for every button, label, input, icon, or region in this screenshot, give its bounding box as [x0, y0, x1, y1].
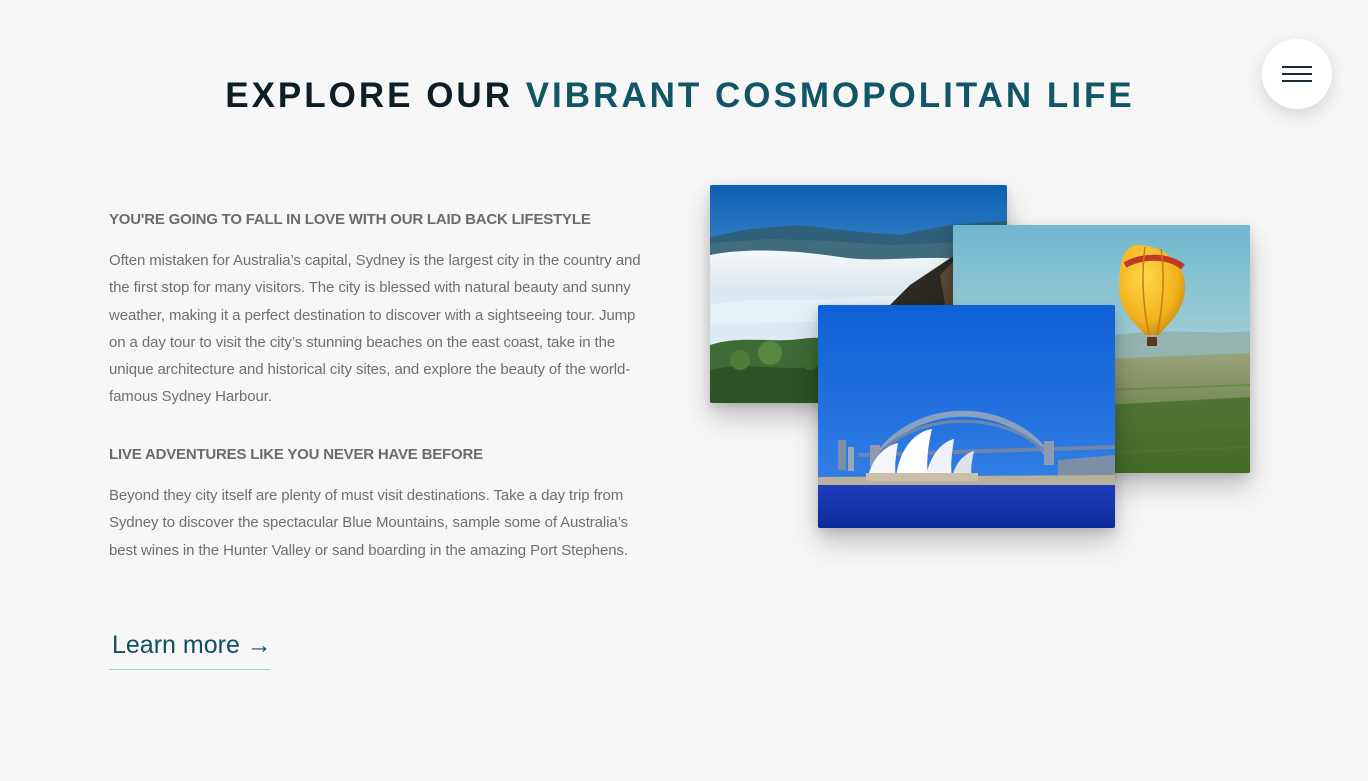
learn-more-link[interactable]: Learn more → [109, 626, 272, 670]
page-title: EXPLORE OUR VIBRANT COSMOPOLITAN LIFE [0, 74, 1360, 118]
sydney-opera-house-photo [818, 305, 1115, 528]
section-heading-lifestyle: YOU'RE GOING TO FALL IN LOVE WITH OUR LA… [109, 211, 591, 228]
opera-house-bridge-image [818, 305, 1115, 528]
page-title-accent: VIBRANT COSMOPOLITAN LIFE [525, 76, 1135, 115]
section-text-lifestyle: Often mistaken for Australia’s capital, … [109, 252, 641, 406]
page: EXPLORE OUR VIBRANT COSMOPOLITAN LIFE YO… [0, 0, 1368, 781]
page-title-dark: EXPLORE OUR [225, 76, 526, 115]
hamburger-menu-icon [1282, 66, 1312, 68]
section-text-adventures: Beyond they city itself are plenty of mu… [109, 487, 628, 559]
section-heading-adventures: LIVE ADVENTURES LIKE YOU NEVER HAVE BEFO… [109, 446, 483, 463]
